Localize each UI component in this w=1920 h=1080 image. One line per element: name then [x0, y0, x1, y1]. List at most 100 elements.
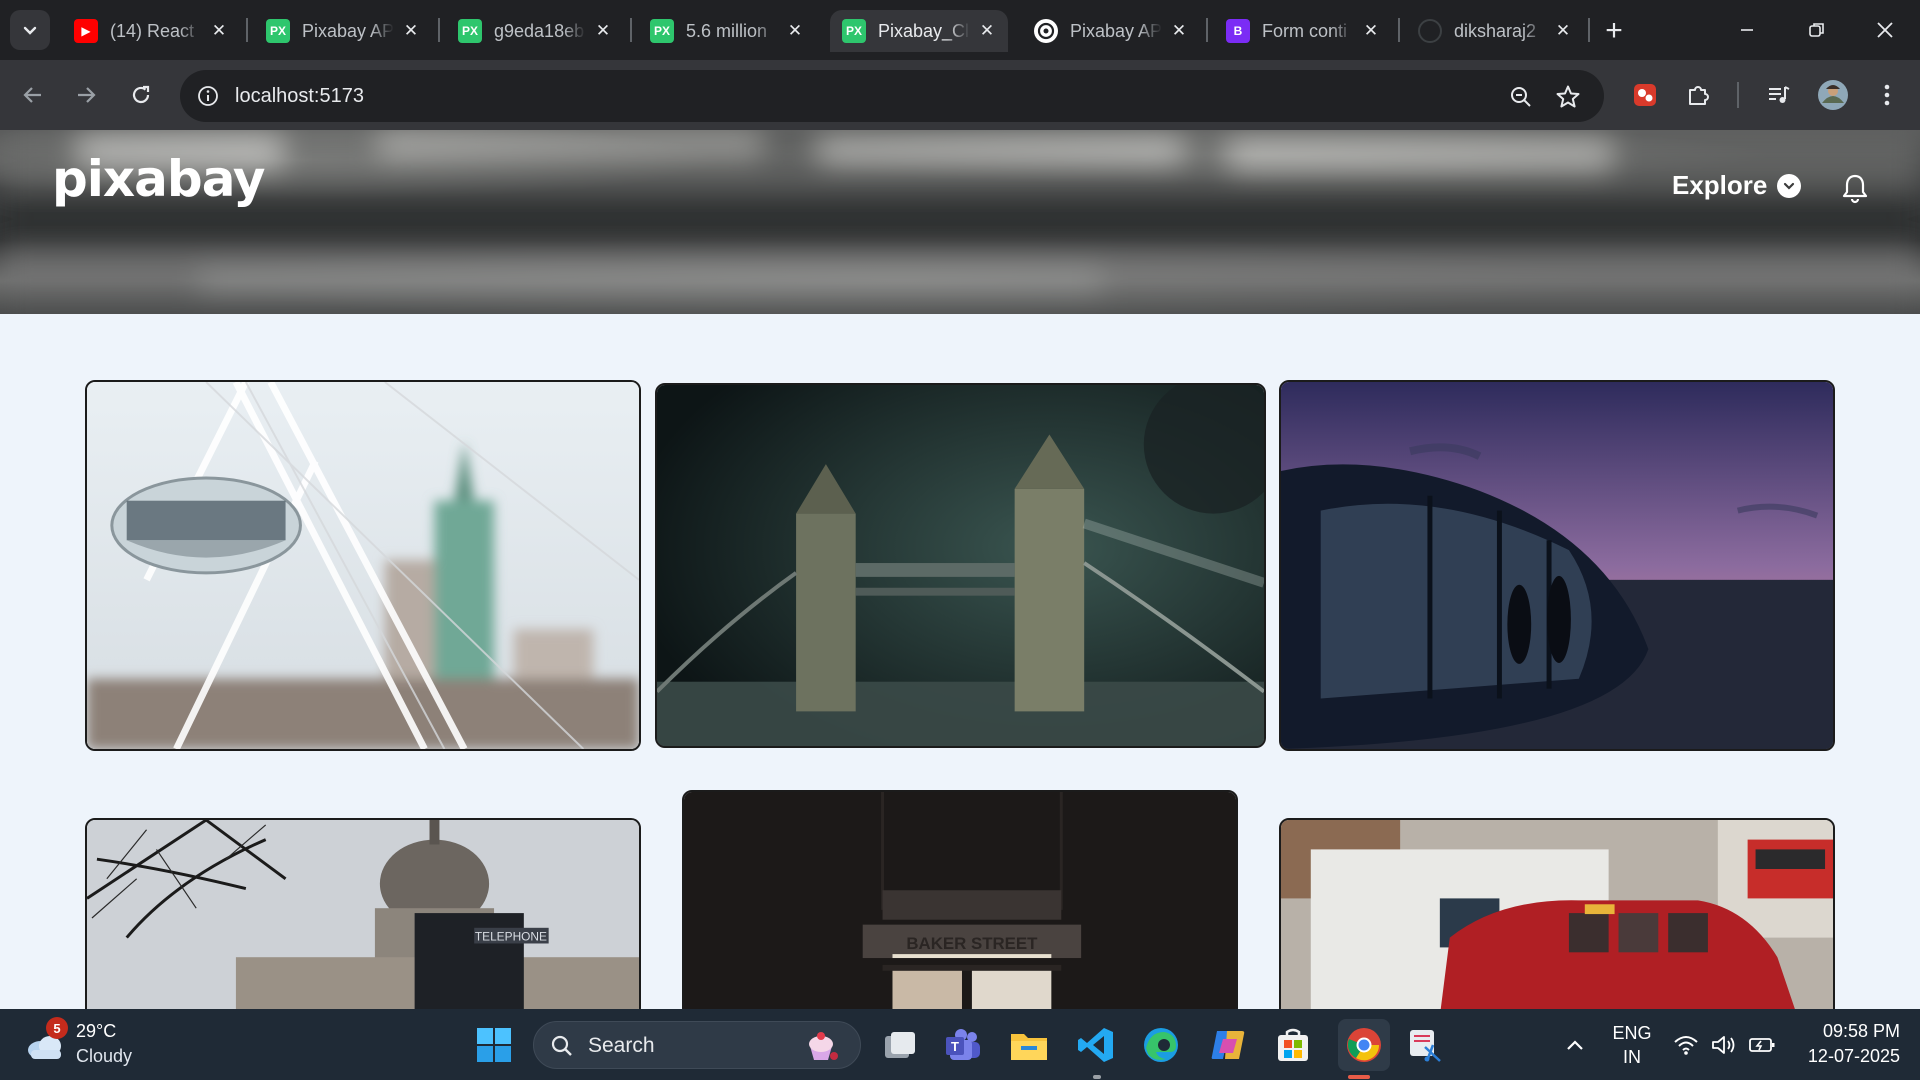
browser-tab-label: Form conti [1262, 20, 1348, 41]
bookmark-star-icon[interactable] [1553, 82, 1583, 112]
browser-tab[interactable]: Pixabay AP ✕ [1022, 10, 1200, 52]
tab-close-icon[interactable]: ✕ [400, 20, 422, 42]
minimize-icon [1741, 29, 1753, 31]
active-app-indicator [1348, 1075, 1370, 1079]
battery-icon[interactable] [1744, 1025, 1780, 1065]
zoom-icon[interactable] [1506, 82, 1536, 112]
show-hidden-icons-chevron-icon[interactable] [1555, 1025, 1595, 1065]
forward-button[interactable] [68, 77, 104, 113]
browser-tab[interactable]: PX Pixabay_Cl ✕ [830, 10, 1008, 52]
language-indicator[interactable]: ENG IN [1610, 1023, 1654, 1068]
extension-red-icon[interactable] [1627, 77, 1663, 113]
close-window-button[interactable] [1862, 10, 1908, 50]
chevron-down-icon [1777, 173, 1802, 198]
tab-close-icon[interactable]: ✕ [1552, 20, 1574, 42]
file-explorer-icon[interactable] [1009, 1025, 1049, 1065]
minimize-button[interactable] [1724, 10, 1770, 50]
st-pauls-image: TELEPHONE [87, 820, 639, 1009]
tab-close-icon[interactable]: ✕ [976, 20, 998, 42]
more-menu-icon[interactable] [1869, 77, 1905, 113]
browser-tab-label: 5.6 million [686, 20, 768, 41]
tab-separator [630, 18, 632, 42]
pixabay-logo[interactable]: pixabay [52, 150, 266, 208]
gallery-image-card[interactable]: BAKER STREET [682, 790, 1238, 1009]
browser-tab-label: (14) React [110, 20, 195, 41]
volume-icon[interactable] [1706, 1025, 1742, 1065]
arrow-right-icon [78, 87, 96, 103]
explore-menu-button[interactable]: Explore [1672, 170, 1802, 201]
browser-tab[interactable]: diksharaj2 ✕ [1406, 10, 1584, 52]
browser-tab[interactable]: PX 5.6 million ✕ [638, 10, 816, 52]
browser-tab-label: Pixabay_Cl [878, 20, 970, 41]
tab-search-button[interactable] [10, 10, 50, 50]
gallery-image-card[interactable] [1279, 380, 1835, 751]
reload-button[interactable] [123, 77, 159, 113]
page-viewport: pixabay Explore TELEPHONE BAKER STREET [0, 130, 1920, 1009]
address-url[interactable]: localhost:5173 [235, 85, 364, 108]
gallery-image-card[interactable] [85, 380, 641, 751]
gallery-image-card[interactable] [1279, 818, 1835, 1009]
github-icon [1418, 19, 1442, 43]
chevron-down-icon [23, 26, 37, 35]
gallery-image-card[interactable] [655, 383, 1266, 748]
profile-avatar[interactable] [1815, 77, 1851, 113]
chrome-taskbar-button[interactable] [1338, 1019, 1390, 1071]
running-indicator [1093, 1075, 1101, 1079]
vscode-icon[interactable] [1076, 1025, 1116, 1065]
tab-separator [438, 18, 440, 42]
extensions-puzzle-icon[interactable] [1680, 77, 1716, 113]
bell-icon[interactable] [1840, 172, 1870, 204]
tab-close-icon[interactable]: ✕ [592, 20, 614, 42]
arrow-left-icon [23, 87, 41, 103]
weather-temperature[interactable]: 29°C [76, 1021, 116, 1042]
site-info-icon[interactable] [194, 82, 222, 110]
clock-date: 12-07-2025 [1807, 1046, 1900, 1066]
telephone-sign: TELEPHONE [475, 930, 547, 944]
browser-tab-label: Pixabay AP [1070, 20, 1162, 41]
london-eye-sunset-image [1281, 382, 1833, 749]
browser-tab[interactable]: PX g9eda18eb ✕ [446, 10, 624, 52]
snipping-tool-icon[interactable] [1405, 1025, 1445, 1065]
tab-close-icon[interactable]: ✕ [208, 20, 230, 42]
browser-tab[interactable]: B Form conti ✕ [1214, 10, 1392, 52]
edge-icon[interactable] [1141, 1025, 1181, 1065]
explore-label: Explore [1672, 170, 1768, 200]
tab-separator [1588, 18, 1590, 42]
browser-tab[interactable]: ▶ (14) React ✕ [62, 10, 240, 52]
address-bar[interactable]: localhost:5173 [180, 70, 1604, 122]
pixabay-icon: PX [842, 19, 866, 43]
svg-text:T: T [951, 1039, 959, 1054]
tab-separator [246, 18, 248, 42]
task-view-icon[interactable] [880, 1025, 920, 1065]
microsoft-store-icon[interactable] [1273, 1025, 1313, 1065]
restore-button[interactable] [1794, 10, 1840, 50]
openai-icon [1034, 19, 1058, 43]
tab-close-icon[interactable]: ✕ [1360, 20, 1382, 42]
header: pixabay Explore [0, 130, 1920, 314]
search-placeholder: Search [588, 1034, 655, 1057]
back-button[interactable] [15, 77, 51, 113]
bootstrap-icon: B [1226, 19, 1250, 43]
language-code: ENG [1612, 1023, 1652, 1043]
taskbar-search-box[interactable]: Search [533, 1021, 861, 1069]
tab-close-icon[interactable]: ✕ [784, 20, 806, 42]
reload-icon [132, 85, 150, 104]
wifi-icon[interactable] [1668, 1025, 1704, 1065]
london-eye-image [87, 382, 639, 749]
browser-tab-strip: ▶ (14) React ✕ PX Pixabay AP ✕ PX g9eda18eb ✕ PX 5… [0, 0, 1920, 60]
browser-tab[interactable]: PX Pixabay AP ✕ [254, 10, 432, 52]
media-controls-icon[interactable] [1761, 77, 1797, 113]
red-taxi-image [1281, 820, 1833, 1009]
new-tab-button[interactable]: + [1597, 14, 1631, 48]
clock[interactable]: 09:58 PM 12-07-2025 [1790, 1021, 1900, 1067]
restore-icon [1809, 23, 1824, 37]
browser-toolbar: localhost:5173 [0, 60, 1920, 130]
copilot-icon[interactable] [1208, 1025, 1248, 1065]
teams-icon[interactable]: T [943, 1025, 983, 1065]
weather-description[interactable]: Cloudy [76, 1046, 132, 1067]
gallery-image-card[interactable]: TELEPHONE [85, 818, 641, 1009]
tab-close-icon[interactable]: ✕ [1168, 20, 1190, 42]
windows-start-icon[interactable] [474, 1025, 514, 1065]
browser-tab-label: diksharaj2 [1454, 20, 1537, 41]
weather-notification-badge: 5 [46, 1017, 68, 1039]
